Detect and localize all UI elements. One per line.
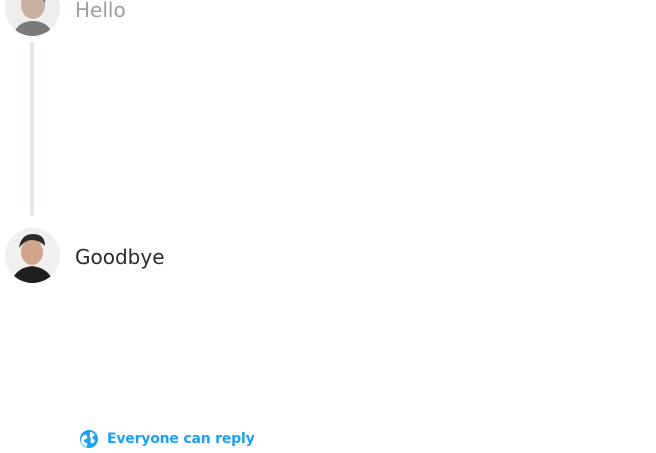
user-avatar-icon (5, 228, 60, 283)
globe-icon (79, 429, 99, 449)
thread-connector-line (30, 42, 34, 216)
user-avatar[interactable] (5, 0, 60, 36)
reply-setting-button[interactable]: Everyone can reply (79, 429, 255, 449)
user-avatar-icon (5, 0, 60, 36)
user-avatar[interactable] (5, 228, 60, 283)
tweet-text[interactable]: Goodbye (75, 245, 165, 269)
tweet-text[interactable]: Hello (75, 0, 126, 22)
